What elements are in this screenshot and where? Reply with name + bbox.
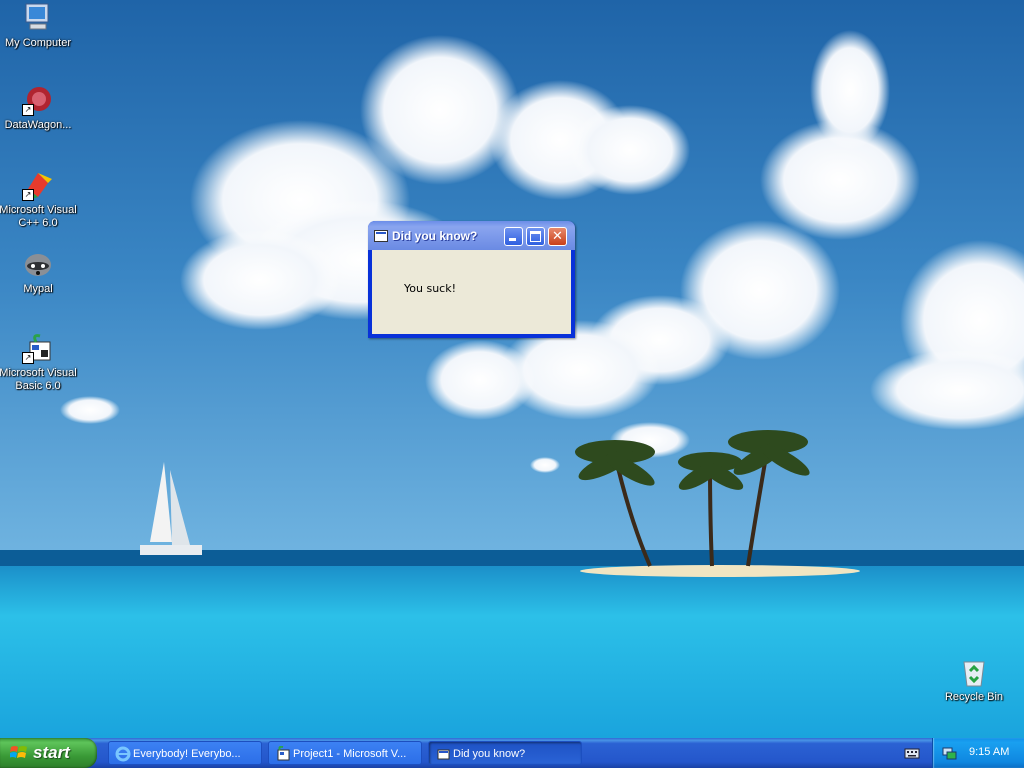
clock[interactable]: 9:15 AM — [969, 746, 1009, 758]
desktop-icon-mypal[interactable]: Mypal — [0, 248, 78, 296]
dialog-client-area: You suck! — [372, 250, 571, 334]
did-you-know-dialog[interactable]: Did you know? ✕ You suck! — [368, 221, 575, 338]
windows-logo-icon — [10, 746, 27, 758]
shortcut-arrow-icon: ↗ — [22, 352, 34, 364]
close-button[interactable]: ✕ — [548, 227, 567, 246]
shortcut-arrow-icon: ↗ — [22, 189, 34, 201]
shortcut-arrow-icon: ↗ — [22, 104, 34, 116]
desktop-wallpaper — [0, 0, 1024, 738]
datawagon-icon: ↗ — [22, 84, 54, 116]
desktop-icon-label: DataWagon... — [4, 119, 72, 131]
desktop-icon-label: Microsoft Visual Basic 6.0 — [0, 367, 77, 392]
keyboard-icon[interactable] — [904, 746, 920, 760]
desktop-icon-visual-cpp[interactable]: ↗ Microsoft Visual C++ 6.0 — [0, 169, 78, 230]
dialog-title: Did you know? — [392, 229, 478, 243]
taskbar-button-project1[interactable]: Project1 - Microsoft V... — [268, 741, 422, 765]
maximize-icon — [530, 231, 541, 242]
taskbar-button-label: Did you know? — [453, 748, 526, 760]
visual-basic-icon — [277, 746, 290, 761]
desktop-icon-label: Recycle Bin — [944, 691, 1004, 703]
visual-cpp-icon: ↗ — [22, 169, 54, 201]
recycle-bin-icon — [958, 656, 990, 688]
start-label: start — [33, 743, 70, 762]
desktop-icon-label: My Computer — [4, 37, 72, 49]
desktop-icon-recycle-bin[interactable]: Recycle Bin — [934, 656, 1014, 704]
maximize-button[interactable] — [526, 227, 545, 246]
internet-explorer-icon — [115, 746, 131, 762]
network-icon[interactable] — [941, 745, 957, 761]
dialog-titlebar[interactable]: Did you know? ✕ — [368, 221, 575, 250]
close-icon: ✕ — [552, 229, 563, 244]
my-computer-icon — [22, 2, 54, 34]
taskbar-button-did-you-know[interactable]: Did you know? — [428, 741, 582, 765]
desktop-icon-datawagon[interactable]: ↗ DataWagon... — [0, 84, 78, 132]
taskbar: start Everybody! Everybo... Project1 - M… — [0, 738, 1024, 768]
taskbar-button-browser[interactable]: Everybody! Everybo... — [108, 741, 262, 765]
dialog-message: You suck! — [404, 282, 456, 295]
system-tray: 9:15 AM — [932, 738, 1024, 768]
minimize-button[interactable] — [504, 227, 523, 246]
desktop-icon-label: Mypal — [23, 283, 53, 295]
taskbar-button-label: Everybody! Everybo... — [133, 748, 241, 760]
minimize-icon — [509, 238, 516, 241]
window-icon — [437, 749, 450, 760]
mypal-raccoon-icon — [22, 248, 54, 280]
desktop-icon-visual-basic[interactable]: ↗ Microsoft Visual Basic 6.0 — [0, 332, 78, 393]
desktop-icon-label: Microsoft Visual C++ 6.0 — [0, 204, 77, 229]
desktop-icon-my-computer[interactable]: My Computer — [0, 2, 78, 50]
start-button[interactable]: start — [0, 738, 97, 768]
window-icon — [374, 230, 388, 242]
taskbar-button-label: Project1 - Microsoft V... — [293, 748, 407, 760]
visual-basic-icon: ↗ — [22, 332, 54, 364]
